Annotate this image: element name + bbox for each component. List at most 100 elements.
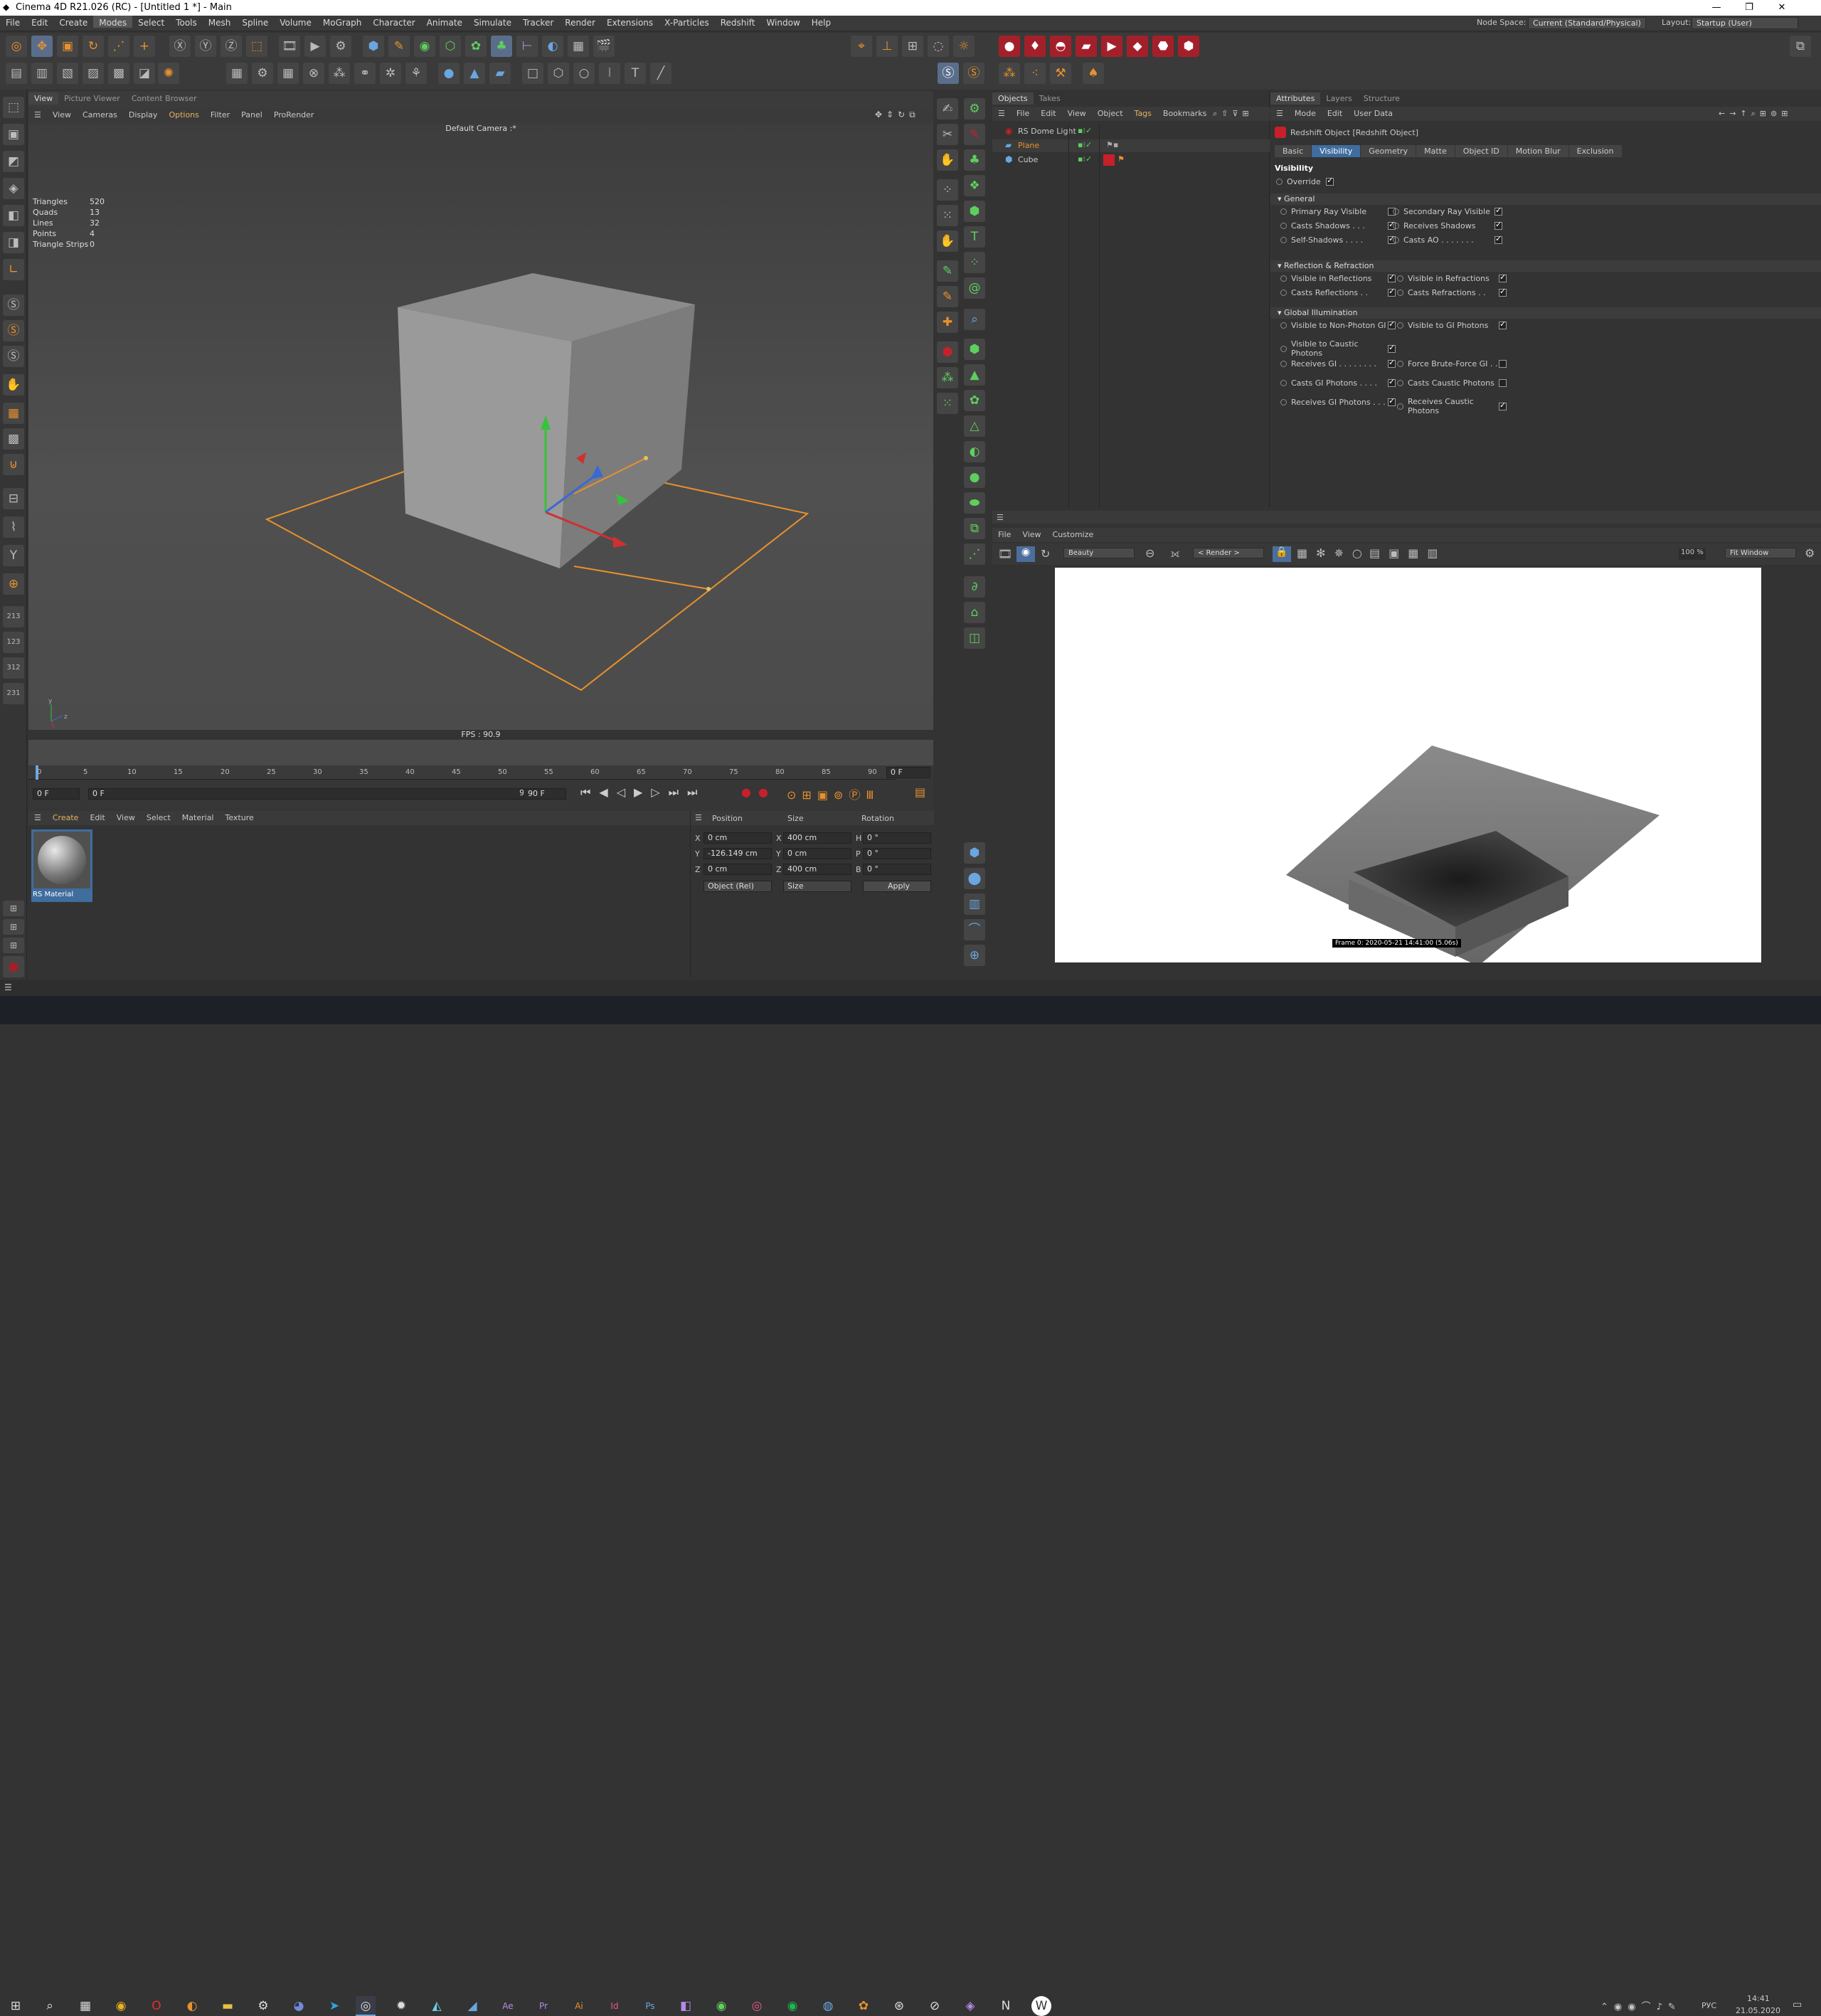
- amenu-mode[interactable]: Mode: [1289, 107, 1322, 120]
- attribute-nav-icons[interactable]: ←→↑⌕⊞⊚⊞: [1719, 109, 1792, 119]
- rs-object-tag-icon[interactable]: [1103, 154, 1115, 166]
- vmenu-cameras[interactable]: Cameras: [77, 108, 123, 122]
- amenu-edit[interactable]: Edit: [1322, 107, 1348, 120]
- rs-shader-icon[interactable]: ⁂: [999, 63, 1020, 84]
- menu-file[interactable]: File: [0, 16, 26, 28]
- menu-tracker[interactable]: Tracker: [517, 16, 559, 28]
- omenu-view[interactable]: View: [1062, 107, 1092, 120]
- xp-square-icon[interactable]: ◫: [964, 627, 985, 649]
- app-icon-j[interactable]: ⊘: [925, 1996, 945, 2016]
- uv-mode-icon[interactable]: ▩: [108, 63, 129, 84]
- spotify-icon[interactable]: ◉: [782, 1996, 802, 2016]
- keyframe-radio[interactable]: [1397, 275, 1403, 282]
- mograph-cloner-icon[interactable]: ♣: [491, 36, 512, 57]
- app-icon-i[interactable]: ⊛: [889, 1996, 909, 2016]
- camera-icon[interactable]: ▦: [568, 36, 589, 57]
- option-checkbox[interactable]: [1499, 359, 1507, 368]
- clock-date[interactable]: 21.05.2020: [1736, 2006, 1780, 2015]
- menu-mesh[interactable]: Mesh: [203, 16, 237, 28]
- make-editable-icon[interactable]: ⬚: [3, 97, 24, 118]
- menu-simulate[interactable]: Simulate: [468, 16, 517, 28]
- cluster-icon[interactable]: ⁂: [937, 367, 958, 388]
- tab-content-browser[interactable]: Content Browser: [126, 92, 203, 105]
- keyframe-radio[interactable]: [1393, 208, 1399, 215]
- bend-icon[interactable]: ⌒: [964, 919, 985, 940]
- paint-icon[interactable]: ✋: [3, 374, 24, 396]
- hamburger-icon[interactable]: ☰: [28, 108, 47, 122]
- start-frame-field[interactable]: 0 F: [33, 788, 80, 800]
- layout-c-icon[interactable]: ⊞: [3, 938, 24, 953]
- menu-help[interactable]: Help: [806, 16, 837, 28]
- texture-mode-icon[interactable]: ◪: [134, 63, 155, 84]
- app-icon-h[interactable]: ✿: [854, 1996, 874, 2016]
- app-icon-d[interactable]: ◧: [676, 1996, 696, 2016]
- rmenu-view[interactable]: View: [1016, 528, 1046, 541]
- clock-time[interactable]: 14:41: [1747, 1994, 1770, 2003]
- position-x-field[interactable]: 0 cm: [704, 832, 772, 844]
- vmenu-view[interactable]: View: [47, 108, 77, 122]
- object-row[interactable]: ▰ Plane ▪⁝✓ ⚑▪: [992, 139, 1270, 152]
- keyframe-radio[interactable]: [1280, 379, 1287, 386]
- option-checkbox[interactable]: [1388, 396, 1396, 406]
- tab-attributes[interactable]: Attributes: [1270, 92, 1321, 105]
- xp-spiral-icon[interactable]: @: [964, 277, 985, 299]
- keyframe-radio[interactable]: [1280, 208, 1287, 215]
- illustrator-icon[interactable]: Ai: [569, 1996, 589, 2016]
- rmenu-file[interactable]: File: [992, 528, 1016, 541]
- 3d-viewport[interactable]: Default Camera :* Triangles 520 Quads 13 L…: [28, 124, 933, 768]
- magnet-icon[interactable]: ⊍: [3, 454, 24, 475]
- object-search-icons[interactable]: ⌕⇧⊽⊞: [1213, 109, 1253, 119]
- paint-brush-icon[interactable]: ✎: [937, 260, 958, 282]
- knife-icon[interactable]: ✂: [937, 124, 958, 145]
- group-gi[interactable]: ▾ Global Illumination: [1270, 307, 1821, 319]
- object-name[interactable]: Cube: [1018, 155, 1038, 164]
- xp-pill-icon[interactable]: ◐: [964, 441, 985, 462]
- xp-action-icon[interactable]: ⚘: [405, 63, 427, 84]
- y-up-icon[interactable]: Y: [3, 545, 24, 566]
- position-z-field[interactable]: 0 cm: [704, 864, 772, 875]
- x-axis-lock-icon[interactable]: Ⓧ: [169, 36, 191, 57]
- snap-left-icon[interactable]: ⊕: [3, 573, 24, 595]
- coord-mode-dropdown[interactable]: Object (Rel): [704, 881, 772, 892]
- keyframe-buttons[interactable]: ⊙⊞▣⊚ⓅⅢ: [787, 785, 879, 802]
- xp-leaf-icon[interactable]: ⌂: [964, 602, 985, 623]
- tube-icon[interactable]: ▥: [964, 893, 985, 915]
- workplane-312-icon[interactable]: 312: [3, 657, 24, 679]
- scale-tool-icon[interactable]: ▣: [57, 36, 78, 57]
- xp-system-icon[interactable]: ⚙: [252, 63, 273, 84]
- fit-window-dropdown[interactable]: Fit Window: [1725, 548, 1796, 558]
- xp-gen-icon[interactable]: ❖: [964, 175, 985, 196]
- chrome-icon[interactable]: ◉: [111, 1996, 131, 2016]
- xp-dots-icon[interactable]: ⋰: [964, 543, 985, 565]
- rs-light-list-icon[interactable]: ♠: [1083, 63, 1104, 84]
- option-checkbox[interactable]: [1499, 272, 1507, 282]
- render-image[interactable]: Frame 0: 2020-05-21 14:41:00 (5.06s): [1055, 568, 1761, 962]
- pen-tool-icon[interactable]: ✎: [388, 36, 410, 57]
- group-general[interactable]: ▾ General: [1270, 193, 1821, 205]
- workplane-231-icon[interactable]: 231: [3, 683, 24, 704]
- keyframe-radio[interactable]: [1276, 178, 1283, 185]
- after-effects-icon[interactable]: Ae: [498, 1996, 518, 2016]
- globe-icon[interactable]: ⊕: [964, 945, 985, 966]
- render-camera-dropdown[interactable]: < Render >: [1193, 548, 1264, 558]
- app-icon-c[interactable]: ◢: [462, 1996, 482, 2016]
- rs-render-icon[interactable]: ●: [999, 36, 1020, 57]
- override-checkbox[interactable]: [1326, 176, 1334, 186]
- edges-mode-icon[interactable]: ▧: [57, 63, 78, 84]
- keyframe-radio[interactable]: [1280, 236, 1287, 243]
- rs-light-icon[interactable]: ♦: [1024, 36, 1046, 57]
- sculpt-brush-icon[interactable]: ✍: [937, 98, 958, 120]
- points-mode-icon[interactable]: ▥: [31, 63, 53, 84]
- move-tool-icon[interactable]: ✥: [31, 36, 53, 57]
- mmenu-select[interactable]: Select: [141, 811, 176, 824]
- object-row[interactable]: ⬢ Cube ▪⁝✓ ⚑: [992, 154, 1270, 166]
- transport-controls[interactable]: ⏮◀◁▶▷⏭⏭: [580, 785, 706, 800]
- keyframe-radio[interactable]: [1280, 345, 1287, 352]
- timeline-icon[interactable]: ▦: [226, 63, 248, 84]
- windows-start-icon[interactable]: ⊞: [6, 1996, 26, 2016]
- omenu-edit[interactable]: Edit: [1035, 107, 1061, 120]
- menu-edit[interactable]: Edit: [26, 16, 53, 28]
- ptab-geometry[interactable]: Geometry: [1361, 145, 1416, 157]
- omenu-object[interactable]: Object: [1092, 107, 1129, 120]
- helix-spline-icon[interactable]: ⦚: [599, 63, 620, 84]
